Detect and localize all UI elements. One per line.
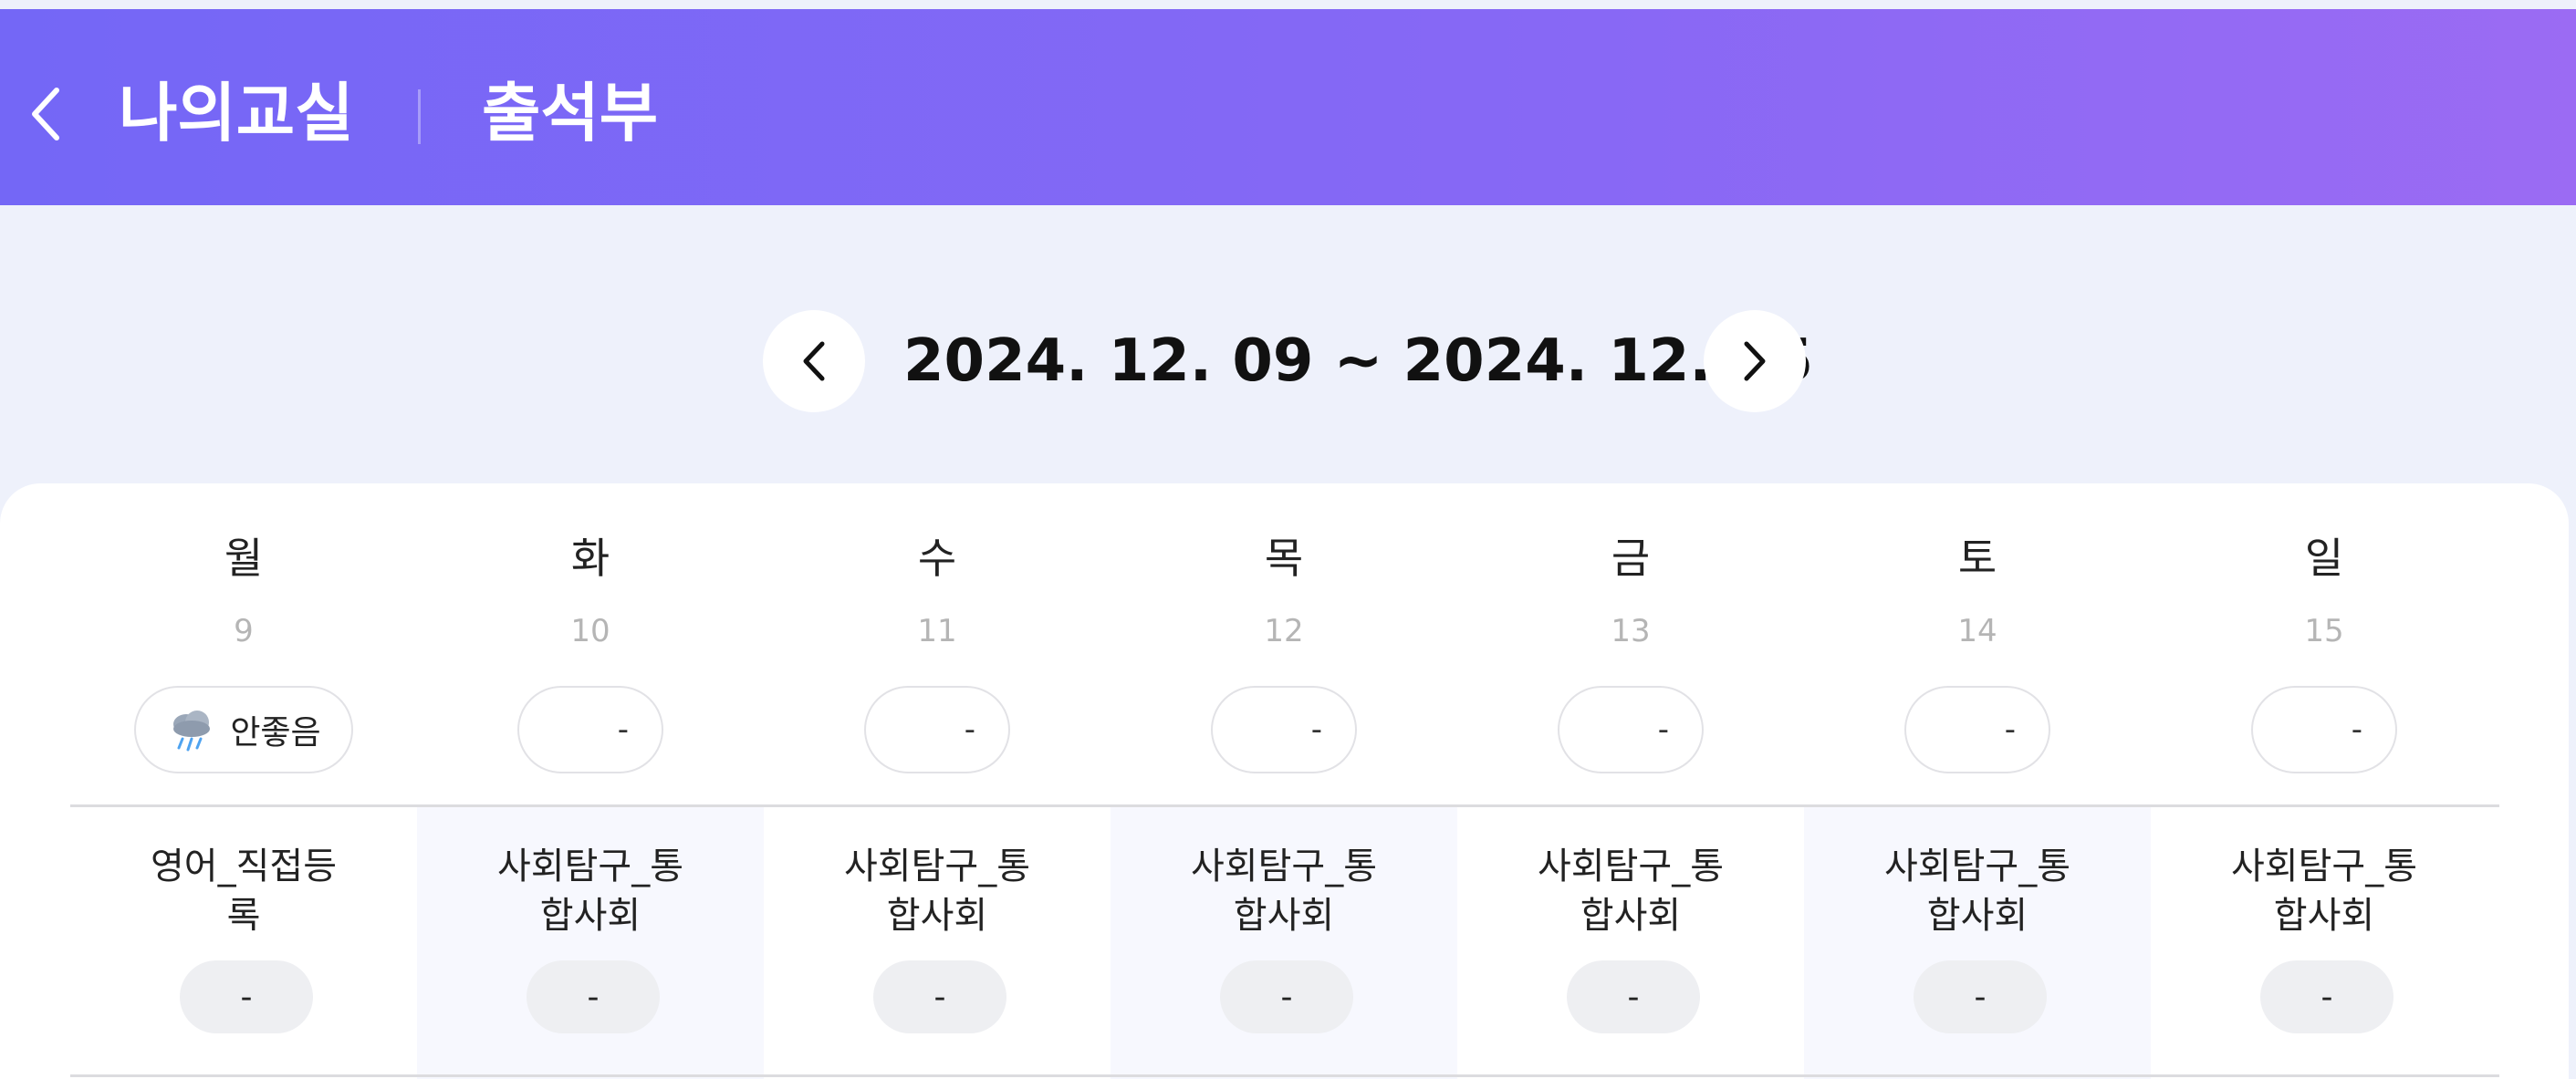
day-date: 11 (917, 613, 957, 649)
weather-label: - (964, 711, 975, 748)
day-name: 목 (1264, 534, 1304, 583)
day-date: 15 (2304, 613, 2344, 649)
attendance-status-button[interactable]: - (2260, 960, 2393, 1033)
weather-badge[interactable]: - (1211, 686, 1357, 773)
breadcrumb-my-classroom[interactable]: 나의교실 (119, 67, 354, 159)
chevron-left-icon (32, 88, 59, 140)
day-name: 수 (917, 534, 957, 583)
subject-name: 사회탐구_통 합사회 (497, 846, 683, 937)
subject-name: 사회탐구_통 합사회 (1884, 846, 2070, 937)
next-week-button[interactable] (1704, 310, 1806, 412)
subject-cell: 사회탐구_통 합사회 - (764, 807, 1111, 1079)
day-name: 월 (224, 534, 264, 583)
weather-label: - (2351, 711, 2362, 748)
chevron-right-icon (1744, 341, 1766, 381)
prev-week-button[interactable] (763, 310, 865, 412)
top-app-bar: 나의교실 출석부 (0, 9, 2576, 205)
subject-cell: 영어_직접등 록 - (70, 807, 417, 1079)
day-date: 12 (1264, 613, 1304, 649)
rain-cloud-icon (173, 711, 211, 752)
subject-name: 사회탐구_통 합사회 (1191, 846, 1377, 937)
attendance-card: 월 9 안좋음 화 10 - 수 11 - 목 12 - 금 13 - 토 14… (0, 483, 2569, 1079)
subject-cell: 사회탐구_통 합사회 - (1457, 807, 1804, 1079)
attendance-status-button[interactable]: - (1567, 960, 1700, 1033)
day-name: 일 (2304, 534, 2344, 583)
weather-label: - (617, 711, 629, 748)
day-name: 금 (1611, 534, 1651, 583)
weather-label: - (2004, 711, 2016, 748)
subject-name: 사회탐구_통 합사회 (844, 846, 1030, 937)
subject-name: 사회탐구_통 합사회 (2231, 846, 2417, 937)
week-navigator: 2024. 12. 09 ~ 2024. 12. 15 (0, 310, 2576, 420)
weather-label: - (1310, 711, 1322, 748)
weather-badge[interactable]: - (1558, 686, 1704, 773)
back-button[interactable] (18, 73, 73, 155)
day-name: 토 (1957, 534, 1997, 583)
subject-cell: 사회탐구_통 합사회 - (1804, 807, 2151, 1079)
day-name: 화 (570, 534, 610, 583)
subject-cell: 사회탐구_통 합사회 - (1111, 807, 1457, 1079)
attendance-status-button[interactable]: - (180, 960, 313, 1033)
attendance-status-button[interactable]: - (527, 960, 660, 1033)
weather-badge[interactable]: 안좋음 (134, 686, 353, 773)
week-range-label: 2024. 12. 09 ~ 2024. 12. 15 (903, 327, 1814, 395)
page-title: 출석부 (482, 76, 659, 150)
row-divider (70, 1074, 2499, 1077)
day-date: 10 (570, 613, 610, 649)
subject-cell: 사회탐구_통 합사회 - (2151, 807, 2498, 1079)
breadcrumb-divider (418, 89, 421, 144)
weather-badge[interactable]: - (517, 686, 663, 773)
day-date: 9 (234, 613, 254, 649)
weather-badge[interactable]: - (1904, 686, 2050, 773)
day-date: 14 (1957, 613, 1997, 649)
subject-cell: 사회탐구_통 합사회 - (417, 807, 764, 1079)
attendance-status-button[interactable]: - (1914, 960, 2047, 1033)
weather-label: - (1657, 711, 1669, 748)
attendance-status-button[interactable]: - (1220, 960, 1353, 1033)
subject-name: 영어_직접등 록 (151, 846, 337, 937)
weather-badge[interactable]: - (864, 686, 1010, 773)
day-date: 13 (1611, 613, 1651, 649)
weather-badge[interactable]: - (2251, 686, 2397, 773)
chevron-left-icon (803, 341, 825, 381)
subject-name: 사회탐구_통 합사회 (1538, 846, 1724, 937)
attendance-status-button[interactable]: - (873, 960, 1006, 1033)
weather-label: 안좋음 (230, 714, 321, 752)
